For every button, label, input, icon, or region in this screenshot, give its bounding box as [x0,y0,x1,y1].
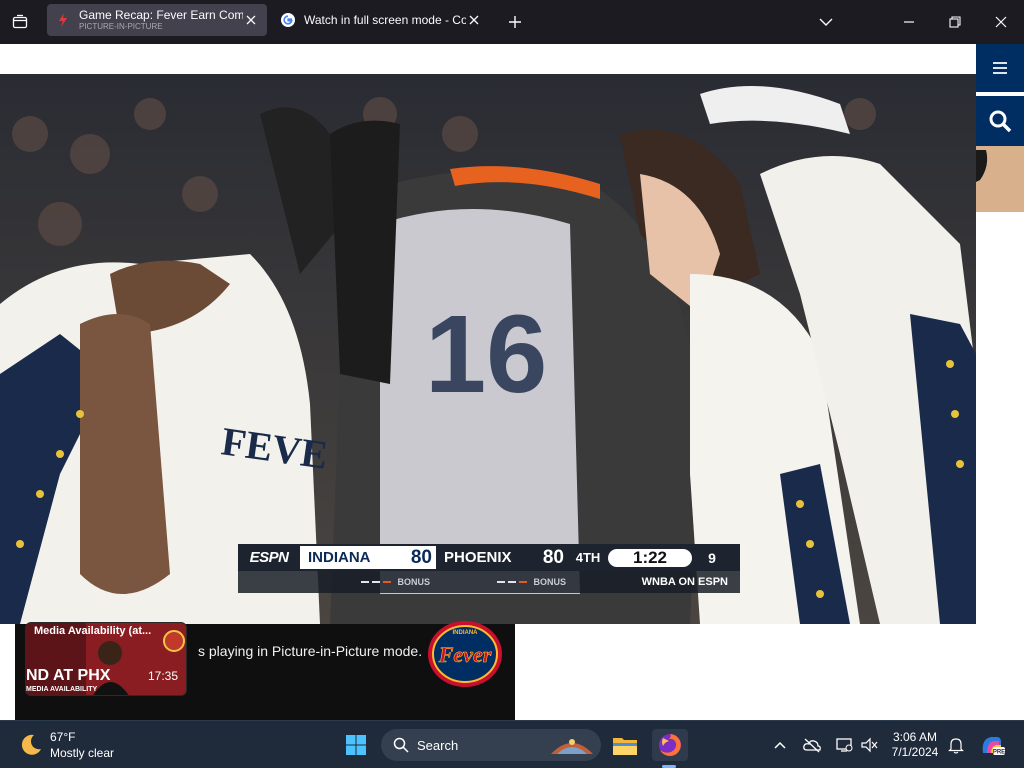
thumbnail-subtitle: ND AT PHX [26,667,111,684]
chevron-down-icon[interactable] [816,12,836,32]
home-team-name: INDIANA [308,549,371,566]
pip-status-message: s playing in Picture-in-Picture mode. [198,643,423,659]
home-team-score: 80 [410,546,432,568]
hero-image-edge [976,146,1024,212]
close-tab-icon[interactable] [466,12,482,28]
video-thumbnail[interactable]: Media Availability (at... ND AT PHX MEDI… [25,622,187,696]
scorebug: ESPN INDIANA 80 PHOENIX 80 4TH 1:22 9 BO… [238,544,740,594]
system-clock[interactable]: 3:06 AM 7/1/2024 [884,730,946,760]
close-tab-icon[interactable] [243,12,259,28]
tab-subtitle: PICTURE-IN-PICTURE [79,22,163,31]
scorebug-main-row: ESPN INDIANA 80 PHOENIX 80 4TH 1:22 9 [238,544,740,571]
search-highlight-icon [551,739,593,754]
logo-top-text: INDIANA [453,630,479,636]
clock-time: 3:06 AM [892,730,938,744]
google-favicon-icon [280,12,296,28]
fever-favicon-icon [55,12,71,28]
notification-bell-icon[interactable] [946,735,966,755]
browser-tab-strip: Game Recap: Fever Earn Come PICTURE-IN-P… [0,0,1024,44]
weather-widget[interactable]: 67°F Mostly clear [16,728,146,762]
scorebug-bonus-row: BONUS BONUS WNBA ON ESPN [238,571,740,593]
thumbnail-footer: MEDIA AVAILABILITY [26,686,98,693]
away-team-name: PHOENIX [444,549,512,566]
search-label: Search [417,738,459,753]
search-icon [393,737,409,753]
away-bonus-label: BONUS [533,577,566,587]
game-clock: 1:22 [608,548,692,567]
copilot-icon[interactable]: PRE [976,729,1008,761]
minimize-icon[interactable] [899,12,919,32]
close-window-icon[interactable] [991,12,1011,32]
away-fouls-indicator [497,581,528,583]
picture-in-picture-video[interactable]: FEVE 16 ESPN INDIANA 80 PHOENIX 80 4TH 1… [0,74,976,624]
game-period: 4TH [575,550,601,565]
weather-temperature: 67°F [50,730,76,744]
display-icon[interactable] [834,735,854,755]
volume-muted-icon[interactable] [859,735,879,755]
search-icon[interactable] [976,96,1024,146]
svg-text:16: 16 [425,293,547,416]
file-explorer-icon[interactable] [609,729,641,761]
tab-label: Game Recap: Fever Earn Come PICTURE-IN-P… [79,9,243,31]
weather-condition: Mostly clear [50,746,115,760]
svg-text:PRE: PRE [993,750,1005,756]
home-fouls-indicator [361,581,392,583]
chevron-up-icon[interactable] [770,735,790,755]
moon-icon [21,734,41,755]
tab-title: Game Recap: Fever Earn Come [79,9,243,22]
video-duration: 17:35 [147,669,178,683]
tab-title: Watch in full screen mode - Co [304,13,466,27]
thumbnail-title: Media Availability (at... [34,625,152,637]
home-bonus-label: BONUS [397,577,430,587]
taskbar-search-box[interactable]: Search [381,729,601,761]
home-team-block: INDIANA 80 [300,546,436,569]
tab-full-screen[interactable]: Watch in full screen mode - Co [272,4,490,36]
video-frame: FEVE 16 [0,74,976,624]
tab-manager-icon[interactable] [8,10,32,34]
logo-text: Fever [438,642,492,667]
new-tab-icon[interactable] [505,12,525,32]
restore-icon[interactable] [945,12,965,32]
away-team-block: PHOENIX 80 [436,546,572,569]
onedrive-off-icon[interactable] [802,735,822,755]
shot-clock: 9 [708,549,716,566]
fever-logo: INDIANA Fever [426,620,504,688]
network-logo: ESPN [249,549,289,566]
taskbar: 67°F Mostly clear Search 3:06 AM 7/1/202… [0,720,1024,768]
clock-date: 7/1/2024 [891,745,939,759]
broadcast-brand: WNBA ON ESPN [641,576,728,588]
windows-start-icon[interactable] [340,729,372,761]
hamburger-menu-icon[interactable] [976,44,1024,92]
firefox-icon[interactable] [652,729,688,761]
web-page: FEVE 16 ESPN INDIANA 80 PHOENIX 80 4TH 1… [0,44,1024,738]
tab-game-recap[interactable]: Game Recap: Fever Earn Come PICTURE-IN-P… [47,4,267,36]
away-team-score: 80 [542,546,564,568]
